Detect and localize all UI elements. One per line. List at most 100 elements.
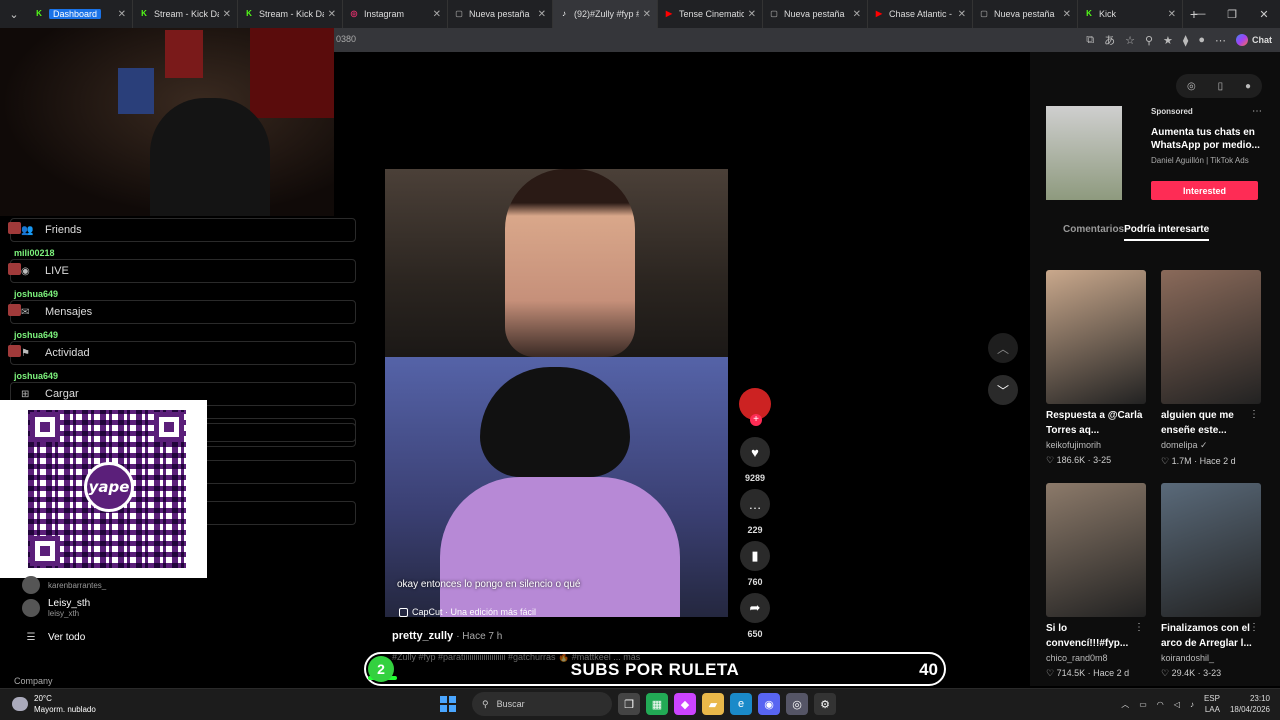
clock[interactable]: 23:10 18/04/2026 bbox=[1230, 693, 1270, 715]
browser-tab[interactable]: ▢ Nueva pestaña ✕ bbox=[973, 0, 1078, 28]
card-author[interactable]: koirandoshil_ bbox=[1161, 653, 1261, 663]
extensions-icon[interactable]: ⚲ bbox=[1145, 34, 1153, 47]
close-icon[interactable]: ✕ bbox=[853, 9, 861, 20]
browser-tab[interactable]: ▶ Chase Atlantic - FR ✕ bbox=[868, 0, 973, 28]
discord-icon[interactable]: ◉ bbox=[758, 693, 780, 715]
open-in-app-icon[interactable]: ⧉ bbox=[1086, 34, 1094, 47]
network-icon[interactable]: ▭ bbox=[1139, 700, 1147, 709]
tab-search-icon[interactable]: ⌄ bbox=[0, 0, 28, 28]
close-icon[interactable]: ✕ bbox=[433, 9, 441, 20]
card-title[interactable]: Finalizamos con el arco de Arreglar l... bbox=[1161, 621, 1261, 651]
close-icon[interactable]: ✕ bbox=[538, 9, 546, 20]
browser-tab[interactable]: ▢ Nueva pestaña ✕ bbox=[448, 0, 553, 28]
minimize-icon[interactable]: — bbox=[1184, 0, 1216, 28]
language-indicator[interactable]: ESP LAA bbox=[1204, 693, 1220, 715]
translate-icon[interactable]: あ bbox=[1104, 32, 1115, 48]
sidebar-item-actividad[interactable]: ⚑ Actividad bbox=[10, 341, 356, 365]
suggested-video-card[interactable]: ⋮ Finalizamos con el arco de Arreglar l..… bbox=[1161, 483, 1261, 679]
suggested-video-card[interactable]: ⋮ alguien que me enseñe este... domelipa ✓… bbox=[1161, 270, 1261, 467]
card-author[interactable]: domelipa ✓ bbox=[1161, 440, 1261, 451]
sidebar-item-live[interactable]: ◉ LIVE bbox=[10, 259, 356, 283]
share-button[interactable]: ➦ 650 bbox=[739, 593, 771, 639]
card-title[interactable]: alguien que me enseñe este... bbox=[1161, 408, 1261, 438]
card-title[interactable]: Respuesta a @Carla Torres aq... bbox=[1046, 408, 1146, 438]
taskbar-search[interactable]: ⚲ Buscar bbox=[472, 692, 612, 716]
browser-tab[interactable]: ▢ Nueva pestaña ✕ bbox=[763, 0, 868, 28]
suggested-user[interactable]: Leisy_sth leisy_xth bbox=[22, 598, 90, 618]
more-icon[interactable]: ⋮ bbox=[1134, 622, 1144, 633]
steam-icon[interactable]: ⚙ bbox=[814, 693, 836, 715]
video-thumbnail[interactable] bbox=[1161, 483, 1261, 617]
more-icon[interactable]: ⋮ bbox=[1134, 409, 1144, 420]
start-icon[interactable] bbox=[440, 696, 456, 712]
chevron-up-icon[interactable]: ︿ bbox=[1121, 699, 1129, 710]
close-icon[interactable]: ✕ bbox=[223, 9, 231, 20]
obs-icon[interactable]: ◎ bbox=[786, 693, 808, 715]
close-icon[interactable]: ✕ bbox=[748, 9, 756, 20]
favorite-icon[interactable]: ☆ bbox=[1125, 34, 1135, 47]
profile-avatar[interactable]: ● bbox=[1245, 81, 1251, 92]
browser-tab[interactable]: K Stream - Kick Dash ✕ bbox=[133, 0, 238, 28]
copilot-chat-button[interactable]: Chat bbox=[1236, 34, 1272, 46]
close-icon[interactable]: ✕ bbox=[118, 9, 126, 20]
close-icon[interactable]: ✕ bbox=[643, 9, 651, 20]
tab-suggestions[interactable]: Podría interesarte bbox=[1124, 224, 1210, 241]
browser-tab[interactable]: K Dashboard ✕ bbox=[28, 0, 133, 28]
collections-icon[interactable]: ⧫ bbox=[1183, 34, 1188, 47]
close-icon[interactable]: ✕ bbox=[958, 9, 966, 20]
bookmark-button[interactable]: ▮ 760 bbox=[739, 541, 771, 587]
volume-icon[interactable]: ◁ bbox=[1174, 700, 1180, 709]
compass-icon[interactable]: ◎ bbox=[1187, 81, 1196, 92]
close-icon[interactable]: ✕ bbox=[1063, 9, 1071, 20]
capcut-label[interactable]: CapCut · Una edición más fácil bbox=[399, 607, 536, 617]
ad-thumbnail[interactable] bbox=[1046, 106, 1122, 200]
weather-widget[interactable]: 20°C Mayorm. nublado bbox=[12, 693, 96, 715]
more-icon[interactable]: ⋮ bbox=[1249, 409, 1259, 420]
card-author[interactable]: chico_rand0m8 bbox=[1046, 653, 1146, 663]
browser-tab[interactable]: ◎ Instagram ✕ bbox=[343, 0, 448, 28]
video-author[interactable]: pretty_zully · Hace 7 h bbox=[392, 630, 502, 642]
copilot-app-icon[interactable]: ◆ bbox=[674, 693, 696, 715]
video-thumbnail[interactable] bbox=[1046, 270, 1146, 404]
see-all-link[interactable]: ☰ Ver todo bbox=[22, 632, 86, 643]
close-icon[interactable]: ✕ bbox=[328, 9, 336, 20]
profile-avatar[interactable]: ● bbox=[1198, 34, 1205, 46]
more-icon[interactable]: ⋮ bbox=[1249, 622, 1259, 633]
file-explorer-icon[interactable]: ▰ bbox=[702, 693, 724, 715]
wifi-icon[interactable]: ◠ bbox=[1157, 700, 1164, 709]
more-icon[interactable]: ⋯ bbox=[1252, 106, 1262, 117]
maximize-icon[interactable]: ❐ bbox=[1216, 0, 1248, 28]
suggested-video-card[interactable]: ⋮ Si lo convencí!!!#fyp... chico_rand0m8 ♡ … bbox=[1046, 483, 1146, 679]
edge-icon[interactable]: e bbox=[730, 693, 752, 715]
creator-avatar[interactable] bbox=[739, 388, 771, 426]
card-author[interactable]: keikofujimorih bbox=[1046, 440, 1146, 450]
url-text[interactable]: 0380 bbox=[336, 34, 356, 44]
author-name[interactable]: pretty_zully bbox=[392, 630, 453, 642]
task-view-icon[interactable]: ❐ bbox=[618, 693, 640, 715]
interested-button[interactable]: Interested bbox=[1151, 181, 1258, 200]
close-window-icon[interactable]: ✕ bbox=[1248, 0, 1280, 28]
browser-tab[interactable]: ▶ Tense Cinematic M ✕ bbox=[658, 0, 763, 28]
next-video-button[interactable]: ﹀ bbox=[988, 375, 1018, 405]
store-icon[interactable]: ▦ bbox=[646, 693, 668, 715]
video-thumbnail[interactable] bbox=[1161, 270, 1261, 404]
close-icon[interactable]: ✕ bbox=[1168, 9, 1176, 20]
suggested-video-card[interactable]: ⋮ Respuesta a @Carla Torres aq... keikofuj… bbox=[1046, 270, 1146, 466]
like-button[interactable]: ♥ 9289 bbox=[739, 437, 771, 483]
browser-tab[interactable]: K Kick ✕ bbox=[1078, 0, 1183, 28]
video-thumbnail[interactable] bbox=[1046, 483, 1146, 617]
video-player[interactable]: okay entonces lo pongo en silencio o qué… bbox=[385, 169, 728, 617]
tab-comments[interactable]: Comentarios bbox=[1063, 224, 1124, 241]
comment-button[interactable]: … 229 bbox=[739, 489, 771, 535]
browser-tab[interactable]: K Stream - Kick Dash ✕ bbox=[238, 0, 343, 28]
ad-title[interactable]: Aumenta tus chats en WhatsApp por medio.… bbox=[1151, 126, 1261, 152]
favorites-bar-icon[interactable]: ★ bbox=[1163, 34, 1173, 47]
card-title[interactable]: Si lo convencí!!!#fyp... bbox=[1046, 621, 1146, 651]
browser-tab[interactable]: ♪ (92)#Zully #fyp #p ✕ bbox=[553, 0, 658, 28]
previous-video-button[interactable]: ︿ bbox=[988, 333, 1018, 363]
phone-icon[interactable]: ▯ bbox=[1218, 81, 1224, 92]
more-options-icon[interactable]: ⋯ bbox=[1215, 34, 1226, 47]
suggested-user[interactable]: karenbarrantes_ bbox=[22, 576, 106, 594]
sidebar-item-friends[interactable]: 👥 Friends bbox=[10, 218, 356, 242]
sidebar-item-mensajes[interactable]: ✉ Mensajes bbox=[10, 300, 356, 324]
